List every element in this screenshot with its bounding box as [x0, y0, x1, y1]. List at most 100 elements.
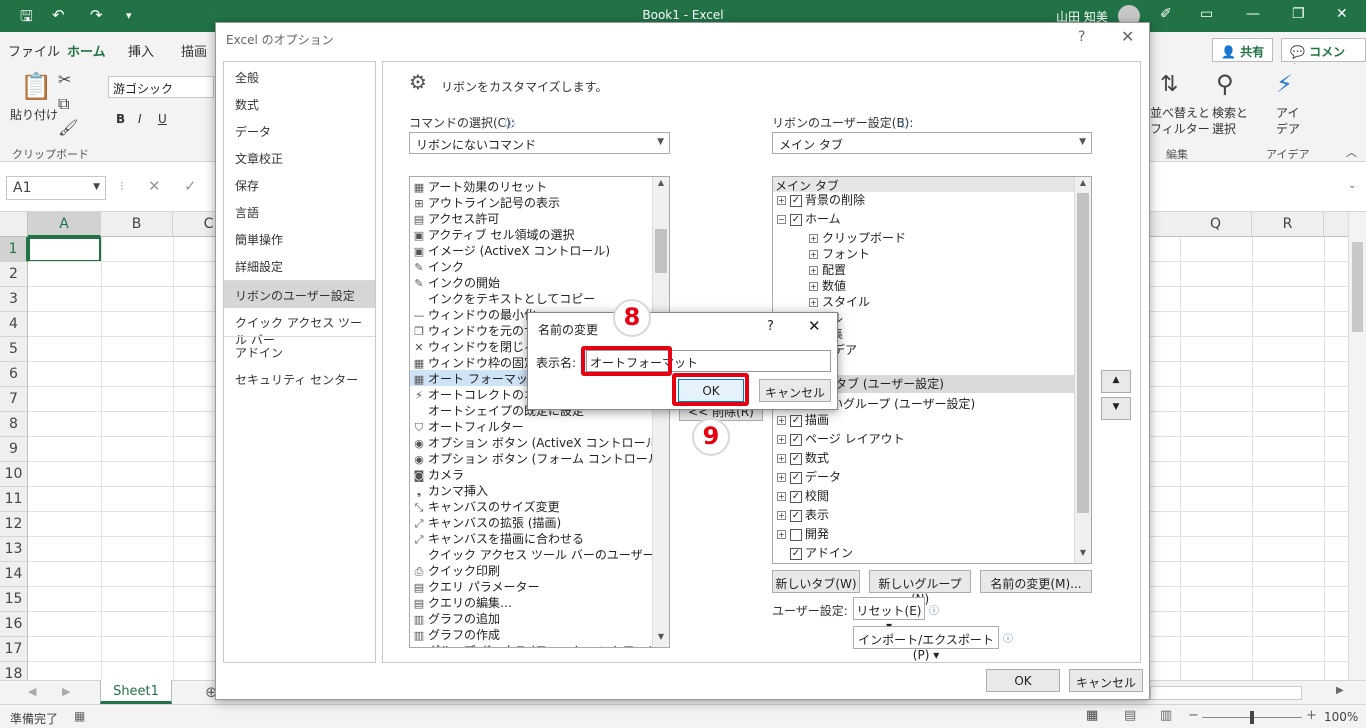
- row-header[interactable]: 1: [0, 237, 28, 262]
- row-header[interactable]: 7: [0, 387, 28, 412]
- scroll-right-icon[interactable]: ▶: [1336, 685, 1344, 696]
- grid-scroll-thumb[interactable]: [1352, 242, 1363, 332]
- commands-scrollbar[interactable]: ▲ ▼: [652, 177, 669, 647]
- tree-checkbox[interactable]: ✓: [790, 452, 802, 465]
- row-header[interactable]: 9: [0, 437, 28, 462]
- expand-icon[interactable]: +: [809, 298, 818, 307]
- expand-icon[interactable]: +: [777, 530, 786, 539]
- find-select-icon[interactable]: ⚲: [1216, 70, 1234, 98]
- command-item[interactable]: ▣ イメージ (ActiveX コントロール): [410, 242, 653, 258]
- tree-node[interactable]: + ✓ データ: [777, 468, 841, 486]
- cancel-formula-icon[interactable]: ✕: [148, 177, 161, 195]
- nav-addins[interactable]: アドイン: [224, 338, 375, 365]
- row-header[interactable]: 14: [0, 562, 28, 587]
- tree-checkbox[interactable]: ✓: [790, 471, 802, 484]
- row-header[interactable]: 16: [0, 612, 28, 637]
- col-header-r[interactable]: R: [1252, 212, 1324, 237]
- command-item[interactable]: クイック アクセス ツール バーのユーザー…: [410, 546, 667, 562]
- move-up-button[interactable]: ▲: [1101, 370, 1131, 393]
- minimize-icon[interactable]: —: [1246, 6, 1260, 22]
- options-cancel-button[interactable]: キャンセル: [1069, 669, 1143, 692]
- options-ok-button[interactable]: OK: [986, 669, 1060, 692]
- expand-icon[interactable]: +: [809, 234, 818, 243]
- command-item[interactable]: ⎙ クイック印刷: [410, 562, 653, 578]
- tree-node-new-group[interactable]: しいグループ (ユーザー設定): [819, 395, 975, 413]
- italic-button[interactable]: I: [138, 112, 142, 126]
- expand-icon[interactable]: +: [777, 416, 786, 425]
- find-label-1[interactable]: 検索と: [1212, 104, 1248, 121]
- tree-checkbox[interactable]: ✓: [790, 414, 802, 427]
- bold-button[interactable]: B: [116, 112, 125, 126]
- tree-node[interactable]: − ✓ ホーム: [777, 210, 841, 228]
- expand-formula-icon[interactable]: ⌄: [1348, 180, 1356, 191]
- scroll-down-icon[interactable]: ▼: [654, 632, 668, 646]
- nav-general[interactable]: 全般: [224, 63, 375, 90]
- nav-language[interactable]: 言語: [224, 198, 375, 225]
- zoom-level[interactable]: 100%: [1324, 710, 1358, 724]
- command-item[interactable]: ⤢ キャンバスの拡張 (描画): [410, 514, 653, 530]
- tree-checkbox[interactable]: ✓: [790, 194, 802, 207]
- expand-icon[interactable]: +: [777, 454, 786, 463]
- page-break-view-icon[interactable]: ▥: [1160, 708, 1172, 723]
- tree-scroll-thumb[interactable]: [1077, 193, 1089, 513]
- row-header[interactable]: 15: [0, 587, 28, 612]
- tree-node[interactable]: + ✓ 表示: [777, 506, 829, 524]
- command-item[interactable]: ⛉ オートフィルター: [410, 418, 653, 434]
- tree-checkbox[interactable]: [790, 528, 802, 541]
- tree-checkbox[interactable]: ✓: [790, 213, 802, 226]
- normal-view-icon[interactable]: ▦: [1086, 708, 1098, 723]
- tree-checkbox[interactable]: ✓: [790, 547, 802, 560]
- rename-close-icon[interactable]: ✕: [808, 317, 821, 335]
- nav-customize-ribbon[interactable]: リボンのユーザー設定: [224, 281, 375, 308]
- tree-node[interactable]: + ✓ 描画: [777, 411, 829, 429]
- row-header[interactable]: 11: [0, 487, 28, 512]
- macro-record-icon[interactable]: ▦: [74, 709, 85, 723]
- expand-icon[interactable]: +: [777, 473, 786, 482]
- copy-icon[interactable]: ⧉: [58, 94, 69, 114]
- row-header[interactable]: 13: [0, 537, 28, 562]
- options-help-button[interactable]: ?: [1078, 29, 1085, 45]
- command-item[interactable]: ✎ インクの開始: [410, 274, 653, 290]
- command-item[interactable]: ✎ インク: [410, 258, 653, 274]
- import-export-button[interactable]: インポート/エクスポート(P) ▾: [853, 626, 999, 662]
- format-painter-icon[interactable]: 🖌: [58, 118, 78, 137]
- tree-checkbox[interactable]: ✓: [790, 509, 802, 522]
- command-item[interactable]: ◉ オプション ボタン (フォーム コントロール): [410, 450, 664, 466]
- col-header-b[interactable]: B: [101, 212, 173, 237]
- sort-label-1[interactable]: 並べ替えと: [1150, 104, 1210, 121]
- scroll-up-icon[interactable]: ▲: [1076, 178, 1090, 192]
- commands-scroll-thumb[interactable]: [655, 229, 667, 273]
- expand-icon[interactable]: +: [777, 435, 786, 444]
- expand-icon[interactable]: +: [809, 250, 818, 259]
- collapse-icon[interactable]: −: [777, 215, 786, 224]
- rename-button[interactable]: 名前の変更(M)...: [980, 570, 1092, 593]
- comment-button[interactable]: 💬 コメント: [1281, 38, 1366, 76]
- prev-sheet-icon[interactable]: ◀: [28, 685, 36, 698]
- expand-icon[interactable]: +: [777, 196, 786, 205]
- nav-save[interactable]: 保存: [224, 171, 375, 198]
- command-item[interactable]: ▥ グラフの追加: [410, 610, 653, 626]
- ribbon-display-icon[interactable]: ▭: [1200, 6, 1213, 22]
- close-icon[interactable]: ✕: [1336, 6, 1348, 22]
- page-layout-view-icon[interactable]: ▤: [1124, 708, 1136, 723]
- grid-vertical-scrollbar[interactable]: [1348, 212, 1366, 680]
- col-header-q[interactable]: Q: [1180, 212, 1252, 237]
- active-cell-a1[interactable]: [28, 237, 101, 262]
- tree-node[interactable]: + ✓ 背景の削除: [777, 191, 865, 209]
- ideas-label-1[interactable]: アイ: [1276, 104, 1299, 121]
- command-item[interactable]: ▤ クエリの編集…: [410, 594, 653, 610]
- paste-label[interactable]: 貼り付け: [10, 106, 58, 123]
- tree-checkbox[interactable]: ✓: [790, 490, 802, 503]
- ideas-label-2[interactable]: デア: [1276, 120, 1300, 137]
- command-item[interactable]: ◉ オプション ボタン (ActiveX コントロール): [410, 434, 662, 450]
- tree-node[interactable]: + ✓ 校閲: [777, 487, 829, 505]
- reset-button[interactable]: リセット(E) ▾: [853, 597, 925, 633]
- zoom-out-icon[interactable]: −: [1188, 708, 1199, 723]
- ribbon-custom-dropdown[interactable]: メイン タブ ▼: [772, 132, 1092, 154]
- nav-formulas[interactable]: 数式: [224, 90, 375, 117]
- command-item[interactable]: ❟ カンマ挿入: [410, 482, 653, 498]
- tree-node[interactable]: ✓ アドイン: [777, 544, 853, 562]
- nav-advanced[interactable]: 詳細設定: [224, 252, 375, 279]
- row-header[interactable]: 10: [0, 462, 28, 487]
- row-header[interactable]: 17: [0, 637, 28, 662]
